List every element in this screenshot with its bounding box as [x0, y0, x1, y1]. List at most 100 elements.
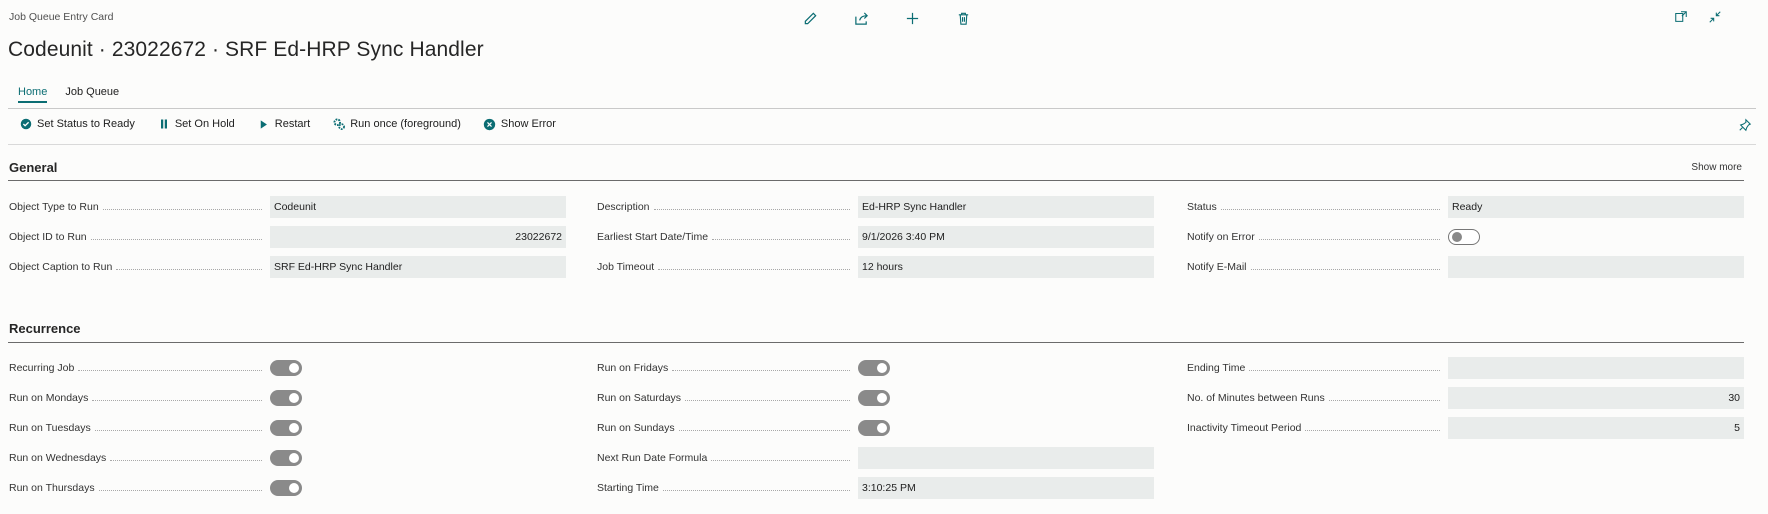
run-fridays-label: Run on Fridays — [597, 357, 858, 379]
run-sundays-toggle[interactable] — [858, 420, 890, 436]
tab-home[interactable]: Home — [18, 86, 48, 103]
show-error-label: Show Error — [500, 118, 556, 130]
run-saturdays-label: Run on Saturdays — [597, 387, 858, 409]
page-title: Codeunit · 23022672 · SRF Ed-HRP Sync Ha… — [8, 38, 484, 61]
run-wednesdays-toggle[interactable] — [270, 450, 302, 466]
set-status-ready-button[interactable]: Set Status to Ready — [19, 117, 135, 131]
object-caption-label: Object Caption to Run — [9, 256, 270, 278]
error-icon — [483, 117, 497, 131]
delete-icon[interactable] — [953, 8, 973, 28]
run-tuesdays-label: Run on Tuesdays — [9, 417, 270, 439]
recurring-job-label: Recurring Job — [9, 357, 270, 379]
object-id-field[interactable]: 23022672 — [270, 226, 566, 248]
object-caption-field: SRF Ed-HRP Sync Handler — [270, 256, 566, 278]
notify-email-label: Notify E-Mail — [1187, 256, 1448, 278]
description-label: Description — [597, 196, 858, 218]
edit-icon[interactable] — [800, 8, 820, 28]
object-type-label: Object Type to Run — [9, 196, 270, 218]
set-on-hold-label: Set On Hold — [174, 118, 235, 130]
recurring-job-toggle[interactable] — [270, 360, 302, 376]
run-sundays-row: Run on Sundays — [597, 417, 890, 439]
inactivity-timeout-label: Inactivity Timeout Period — [1187, 417, 1448, 439]
inactivity-timeout-row: Inactivity Timeout Period 5 — [1187, 417, 1744, 439]
notify-error-toggle[interactable] — [1448, 229, 1480, 245]
notify-error-label: Notify on Error — [1187, 226, 1448, 248]
notify-email-field[interactable] — [1448, 256, 1744, 278]
run-saturdays-toggle[interactable] — [858, 390, 890, 406]
object-id-label: Object ID to Run — [9, 226, 270, 248]
tab-job-queue[interactable]: Job Queue — [65, 86, 119, 103]
run-wednesdays-label: Run on Wednesdays — [9, 447, 270, 469]
share-icon[interactable] — [851, 8, 871, 28]
restart-button[interactable]: Restart — [257, 117, 310, 131]
next-run-formula-field[interactable] — [858, 447, 1154, 469]
run-tuesdays-toggle[interactable] — [270, 420, 302, 436]
run-fridays-toggle[interactable] — [858, 360, 890, 376]
notify-error-row: Notify on Error — [1187, 226, 1480, 248]
object-id-row: Object ID to Run 23022672 — [9, 226, 566, 248]
object-caption-row: Object Caption to Run SRF Ed-HRP Sync Ha… — [9, 256, 566, 278]
show-error-button[interactable]: Show Error — [483, 117, 556, 131]
collapse-icon[interactable] — [1706, 8, 1724, 26]
restart-label: Restart — [274, 118, 311, 130]
recurring-job-row: Recurring Job — [9, 357, 302, 379]
run-sundays-label: Run on Sundays — [597, 417, 858, 439]
add-icon[interactable] — [902, 8, 922, 28]
status-row: Status Ready — [1187, 196, 1744, 218]
earliest-start-row: Earliest Start Date/Time 9/1/2026 3:40 P… — [597, 226, 1154, 248]
next-run-formula-row: Next Run Date Formula — [597, 447, 1154, 469]
run-tuesdays-row: Run on Tuesdays — [9, 417, 302, 439]
status-label: Status — [1187, 196, 1448, 218]
minutes-between-field[interactable]: 30 — [1448, 387, 1744, 409]
pause-icon — [157, 117, 171, 131]
general-section-divider — [8, 180, 1744, 181]
run-mondays-row: Run on Mondays — [9, 387, 302, 409]
set-status-ready-label: Set Status to Ready — [37, 118, 135, 130]
job-timeout-label: Job Timeout — [597, 256, 858, 278]
run-wednesdays-row: Run on Wednesdays — [9, 447, 302, 469]
ending-time-row: Ending Time — [1187, 357, 1744, 379]
recurrence-section-divider — [8, 342, 1744, 343]
actionbar-divider — [8, 144, 1756, 145]
run-thursdays-row: Run on Thursdays — [9, 477, 302, 499]
set-on-hold-button[interactable]: Set On Hold — [157, 117, 235, 131]
action-bar: Set Status to Ready Set On Hold Restart … — [19, 117, 556, 131]
description-field[interactable]: Ed-HRP Sync Handler — [858, 196, 1154, 218]
pin-icon[interactable] — [1738, 118, 1752, 135]
show-more-link[interactable]: Show more — [1691, 162, 1742, 173]
starting-time-row: Starting Time 3:10:25 PM — [597, 477, 1154, 499]
run-thursdays-toggle[interactable] — [270, 480, 302, 496]
notify-email-row: Notify E-Mail — [1187, 256, 1744, 278]
window-actions — [1672, 8, 1724, 26]
starting-time-field[interactable]: 3:10:25 PM — [858, 477, 1154, 499]
object-type-field[interactable]: Codeunit — [270, 196, 566, 218]
earliest-start-label: Earliest Start Date/Time — [597, 226, 858, 248]
general-section-title: General — [9, 160, 58, 175]
action-tabs: Home Job Queue — [18, 86, 119, 103]
ending-time-label: Ending Time — [1187, 357, 1448, 379]
status-ready-icon — [19, 117, 33, 131]
object-type-row: Object Type to Run Codeunit — [9, 196, 566, 218]
status-field: Ready — [1448, 196, 1744, 218]
next-run-formula-label: Next Run Date Formula — [597, 447, 858, 469]
run-thursdays-label: Run on Thursdays — [9, 477, 270, 499]
run-mondays-label: Run on Mondays — [9, 387, 270, 409]
inactivity-timeout-field[interactable]: 5 — [1448, 417, 1744, 439]
run-saturdays-row: Run on Saturdays — [597, 387, 890, 409]
breadcrumb: Job Queue Entry Card — [9, 11, 114, 23]
run-mondays-toggle[interactable] — [270, 390, 302, 406]
play-icon — [257, 117, 271, 131]
open-new-window-icon[interactable] — [1672, 8, 1690, 26]
ending-time-field[interactable] — [1448, 357, 1744, 379]
run-once-button[interactable]: Run once (foreground) — [332, 117, 461, 131]
minutes-between-row: No. of Minutes between Runs 30 — [1187, 387, 1744, 409]
minutes-between-label: No. of Minutes between Runs — [1187, 387, 1448, 409]
tabs-divider — [8, 108, 1756, 109]
job-timeout-field[interactable]: 12 hours — [858, 256, 1154, 278]
record-actions — [800, 8, 973, 28]
starting-time-label: Starting Time — [597, 477, 858, 499]
earliest-start-field[interactable]: 9/1/2026 3:40 PM — [858, 226, 1154, 248]
description-row: Description Ed-HRP Sync Handler — [597, 196, 1154, 218]
run-fridays-row: Run on Fridays — [597, 357, 890, 379]
recurrence-section-title: Recurrence — [9, 321, 81, 336]
